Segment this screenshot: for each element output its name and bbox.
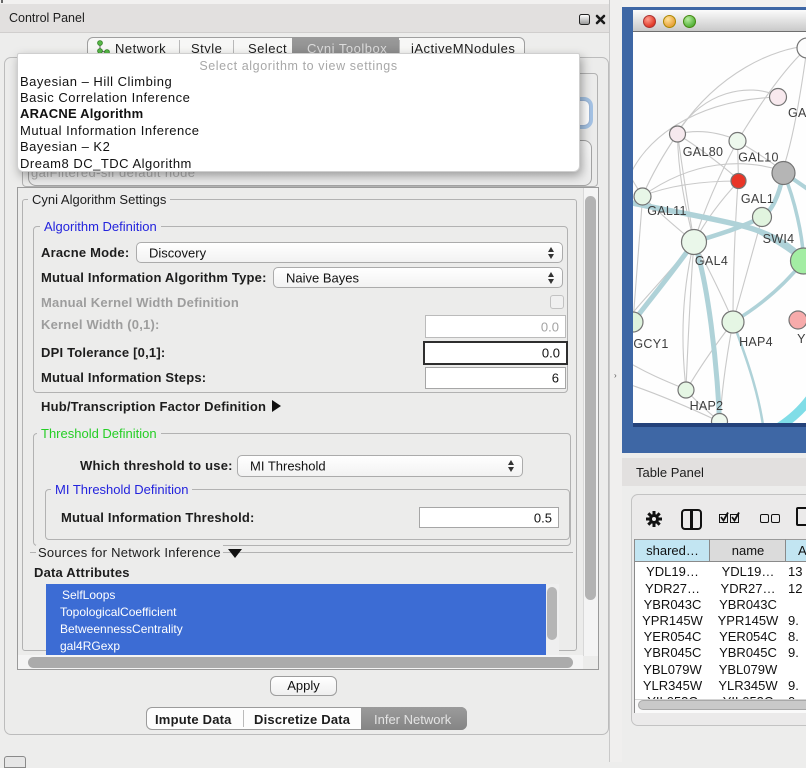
svg-text:SWI4: SWI4 [763, 232, 795, 246]
svg-text:HAP2: HAP2 [690, 399, 724, 413]
svg-text:GAL11: GAL11 [647, 204, 687, 218]
svg-text:GAL80: GAL80 [683, 145, 723, 159]
svg-text:GCY1: GCY1 [633, 337, 668, 351]
svg-text:GAL1: GAL1 [741, 192, 774, 206]
svg-text:HAP4: HAP4 [739, 335, 773, 349]
svg-text:GAL7: GAL7 [788, 106, 806, 120]
svg-text:Y: Y [797, 332, 806, 346]
svg-text:GAL4: GAL4 [695, 254, 728, 268]
svg-text:GAL10: GAL10 [738, 151, 778, 165]
